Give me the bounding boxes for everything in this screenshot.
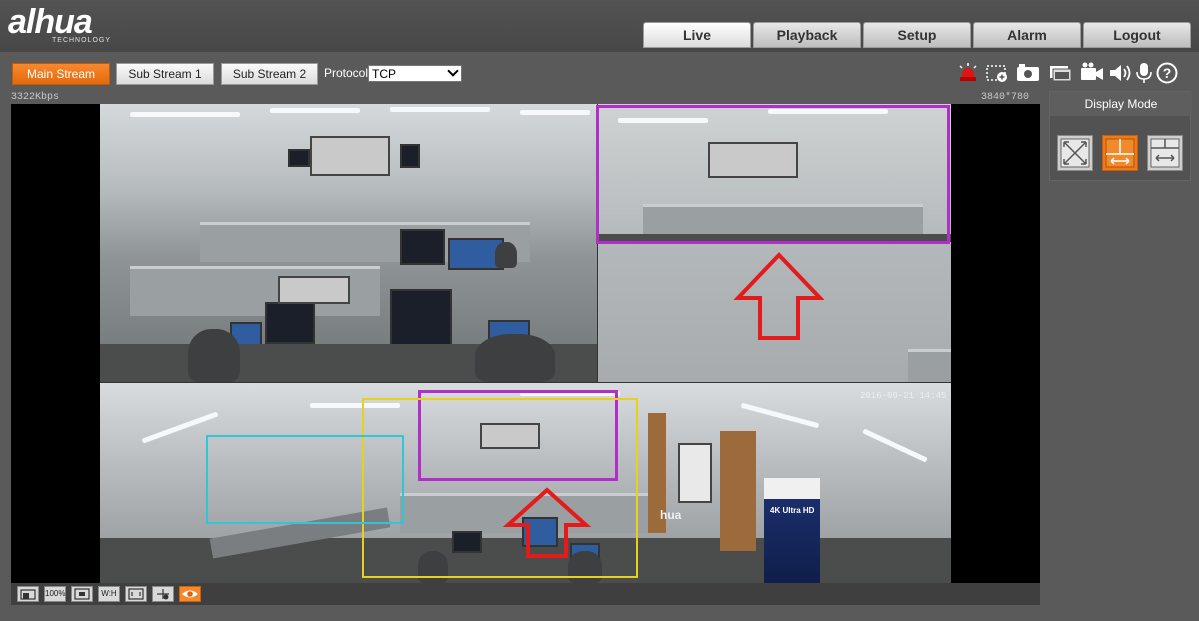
ceiling-light <box>862 428 928 463</box>
eye-icon[interactable] <box>179 586 201 602</box>
display-mode-panorama-button[interactable] <box>1147 135 1183 171</box>
motion-region-box[interactable] <box>206 435 404 524</box>
tab-live[interactable]: Live <box>643 22 751 48</box>
protocol-select[interactable]: TCP <box>368 65 462 82</box>
arrow-up-icon <box>734 252 824 340</box>
person <box>188 329 240 382</box>
header: alhua TECHNOLOGY Live Playback Setup Ala… <box>0 0 1199 52</box>
sub-stream-2-button[interactable]: Sub Stream 2 <box>221 63 318 85</box>
display-mode-panel: Display Mode <box>1049 91 1192 181</box>
width-height-icon[interactable]: W:H <box>98 586 120 602</box>
fit-window-icon[interactable] <box>71 586 93 602</box>
protocol-label: Protocol <box>324 66 369 80</box>
alarm-light-icon[interactable] <box>955 61 981 85</box>
person <box>495 242 517 268</box>
main-stream-button[interactable]: Main Stream <box>12 63 110 85</box>
zoom-region-icon[interactable] <box>984 61 1010 85</box>
ceiling-light <box>390 107 490 112</box>
tab-playback[interactable]: Playback <box>753 22 861 48</box>
camera-feed: 4K Ultra HD hua 2016-09-21 14:45 <box>100 104 951 583</box>
tab-alarm[interactable]: Alarm <box>973 22 1081 48</box>
product-banner: 4K Ultra HD <box>764 478 820 583</box>
ptz-icon[interactable] <box>152 586 174 602</box>
wall-monitor <box>400 144 420 168</box>
wall-logo-text: hua <box>660 508 682 522</box>
door <box>720 431 756 551</box>
camera-display-wall <box>310 136 390 176</box>
video-controls-bar: 100% W:H <box>11 583 1040 605</box>
resolution-readout: 3840*780 <box>981 92 1030 103</box>
desk-monitor <box>390 289 452 347</box>
quad-divider <box>100 382 951 383</box>
chevron-down-icon <box>447 65 459 77</box>
desk-monitor <box>265 302 315 344</box>
logo-sub-text: TECHNOLOGY <box>52 37 112 44</box>
display-mode-split-button[interactable] <box>1102 135 1138 171</box>
product-stand <box>678 443 712 503</box>
svg-text:?: ? <box>1163 65 1172 81</box>
ceiling-light <box>130 112 240 117</box>
display-mode-title: Display Mode <box>1084 97 1158 111</box>
wall-monitor <box>288 149 310 167</box>
zoom-100-icon[interactable]: 100% <box>44 586 66 602</box>
ceiling-light <box>740 402 820 429</box>
original-size-icon[interactable] <box>17 586 39 602</box>
zoom-region-box[interactable] <box>596 105 950 244</box>
desk-monitor <box>400 229 445 265</box>
whiteboard <box>278 276 350 304</box>
record-icon[interactable] <box>1079 61 1105 85</box>
banner-text: 4K Ultra HD <box>770 506 815 515</box>
tab-logout[interactable]: Logout <box>1083 22 1191 48</box>
live-video-view[interactable]: 4K Ultra HD hua 2016-09-21 14:45 <box>11 104 1040 583</box>
camera-timestamp: 2016-09-21 14:45 <box>860 391 947 401</box>
sub-stream-1-button[interactable]: Sub Stream 1 <box>116 63 214 85</box>
triple-snapshot-icon[interactable] <box>1048 61 1074 85</box>
ceiling-light <box>520 110 590 115</box>
arrow-up-icon <box>502 487 592 558</box>
tab-setup[interactable]: Setup <box>863 22 971 48</box>
display-mode-fisheye-button[interactable] <box>1057 135 1093 171</box>
video-quadrant-top-left <box>100 104 597 382</box>
help-icon[interactable]: ? <box>1154 61 1180 85</box>
snapshot-icon[interactable] <box>1015 61 1041 85</box>
bitrate-readout: 3322Kbps <box>11 92 60 103</box>
protocol-value: TCP <box>372 67 396 81</box>
audio-icon[interactable] <box>1107 61 1133 85</box>
ceiling-light <box>270 108 360 113</box>
cubicle-wall <box>908 349 951 382</box>
fullscreen-icon[interactable] <box>125 586 147 602</box>
person <box>475 334 555 382</box>
